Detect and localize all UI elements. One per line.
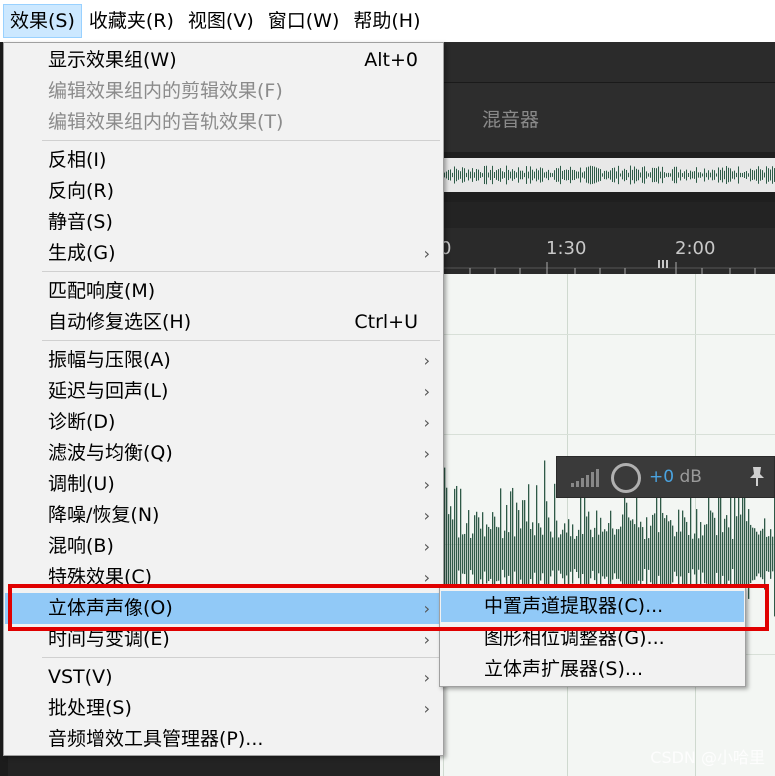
overview-waveform (440, 165, 775, 185)
menu-item-label: 编辑效果组内的音轨效果(T) (48, 111, 284, 133)
submenu-item-label: 立体声扩展器(S)... (484, 658, 644, 680)
menu-separator (42, 340, 440, 341)
chevron-right-icon: › (423, 475, 430, 494)
menu-item-label: 音频增效工具管理器(P)... (48, 728, 264, 750)
menu-item-invert[interactable]: 反相(I) (5, 145, 442, 176)
menubar-favorites[interactable]: 收藏夹(R) (82, 4, 181, 38)
menu-item-noise-reduction[interactable]: 降噪/恢复(N) › (5, 500, 442, 531)
submenu-item-stereo-expander[interactable]: 立体声扩展器(S)... (441, 654, 744, 685)
menu-item-label: 显示效果组(W) (48, 49, 177, 71)
menu-item-label: 调制(U) (48, 473, 115, 495)
ruler-ticks (440, 260, 775, 274)
menu-item-modulation[interactable]: 调制(U) › (5, 469, 442, 500)
chevron-right-icon: › (423, 244, 430, 263)
menu-item-batch[interactable]: 批处理(S) › (5, 693, 442, 724)
gain-readout: +0 dB (649, 467, 702, 487)
menu-item-reverse[interactable]: 反向(R) (5, 176, 442, 207)
menu-item-label: 反向(R) (48, 180, 115, 202)
menu-separator (42, 271, 440, 272)
menubar-help[interactable]: 帮助(H) (346, 4, 427, 38)
menubar-view[interactable]: 视图(V) (181, 4, 261, 38)
panel-header-strip (440, 42, 775, 82)
waveform-overview[interactable] (440, 152, 775, 202)
menu-item-label: 滤波与均衡(Q) (48, 442, 173, 464)
pin-icon[interactable] (748, 465, 766, 487)
menu-item-label: 静音(S) (48, 211, 113, 233)
tab-mixer[interactable]: 混音器 (482, 105, 539, 132)
mixer-tab-row: 混音器 (440, 82, 775, 152)
menu-item-filter-eq[interactable]: 滤波与均衡(Q) › (5, 438, 442, 469)
menu-item-silence[interactable]: 静音(S) (5, 207, 442, 238)
menu-item-vst[interactable]: VST(V) › (5, 662, 442, 693)
menu-separator (42, 657, 440, 658)
gain-hud[interactable]: +0 dB (556, 456, 775, 498)
menu-item-label: 振幅与压限(A) (48, 349, 171, 371)
menu-item-label: 生成(G) (48, 242, 116, 264)
menu-item-reverb[interactable]: 混响(B) › (5, 531, 442, 562)
watermark: CSDN @小哈里 (650, 748, 765, 767)
waveform-editor[interactable] (440, 274, 775, 776)
annotation-highlight-box (8, 584, 769, 631)
menu-item-label: 编辑效果组内的剪辑效果(F) (48, 80, 283, 102)
menu-item-show-effects-rack[interactable]: 显示效果组(W) Alt+0 (5, 45, 442, 76)
menu-item-match-loudness[interactable]: 匹配响度(M) (5, 276, 442, 307)
menubar: 效果(S) 收藏夹(R) 视图(V) 窗口(W) 帮助(H) (0, 0, 775, 42)
chevron-right-icon: › (423, 413, 430, 432)
menu-item-diagnostics[interactable]: 诊断(D) › (5, 407, 442, 438)
menu-item-shortcut: Ctrl+U (354, 311, 418, 333)
menu-item-edit-clip-effects: 编辑效果组内的剪辑效果(F) (5, 76, 442, 107)
grid-line (440, 334, 775, 335)
menubar-effects[interactable]: 效果(S) (3, 4, 82, 38)
menu-item-delay-echo[interactable]: 延迟与回声(L) › (5, 376, 442, 407)
menu-item-label: 批处理(S) (48, 697, 132, 719)
menu-item-plugin-manager[interactable]: 音频增效工具管理器(P)... (5, 724, 442, 755)
menu-item-label: 匹配响度(M) (48, 280, 156, 302)
chevron-right-icon: › (423, 537, 430, 556)
chevron-right-icon: › (423, 351, 430, 370)
menubar-window[interactable]: 窗口(W) (261, 4, 347, 38)
menu-item-edit-track-effects: 编辑效果组内的音轨效果(T) (5, 107, 442, 138)
menu-item-label: 反相(I) (48, 149, 107, 171)
time-ruler[interactable]: 0 1:30 2:00 (440, 228, 775, 274)
menu-item-label: 诊断(D) (48, 411, 116, 433)
chevron-right-icon: › (423, 444, 430, 463)
menu-item-amplitude-compression[interactable]: 振幅与压限(A) › (5, 345, 442, 376)
menu-item-auto-heal[interactable]: 自动修复选区(H) Ctrl+U (5, 307, 442, 338)
chevron-right-icon: › (423, 382, 430, 401)
gain-value: +0 (649, 467, 675, 487)
chevron-right-icon: › (423, 668, 430, 687)
menu-item-label: 延迟与回声(L) (48, 380, 169, 402)
menu-item-label: 混响(B) (48, 535, 114, 557)
gain-knob-icon[interactable] (611, 463, 641, 493)
menu-item-label: VST(V) (48, 666, 113, 688)
gain-unit: dB (679, 467, 702, 487)
menu-separator (42, 140, 440, 141)
chevron-right-icon: › (423, 506, 430, 525)
menu-item-label: 自动修复选区(H) (48, 311, 192, 333)
chevron-right-icon: › (423, 699, 430, 718)
menu-item-generate[interactable]: 生成(G) › (5, 238, 442, 269)
menu-item-shortcut: Alt+0 (364, 49, 418, 71)
menu-item-label: 降噪/恢复(N) (48, 504, 160, 526)
level-bars-icon (571, 469, 599, 487)
effects-menu: 显示效果组(W) Alt+0 编辑效果组内的剪辑效果(F) 编辑效果组内的音轨效… (3, 42, 444, 756)
